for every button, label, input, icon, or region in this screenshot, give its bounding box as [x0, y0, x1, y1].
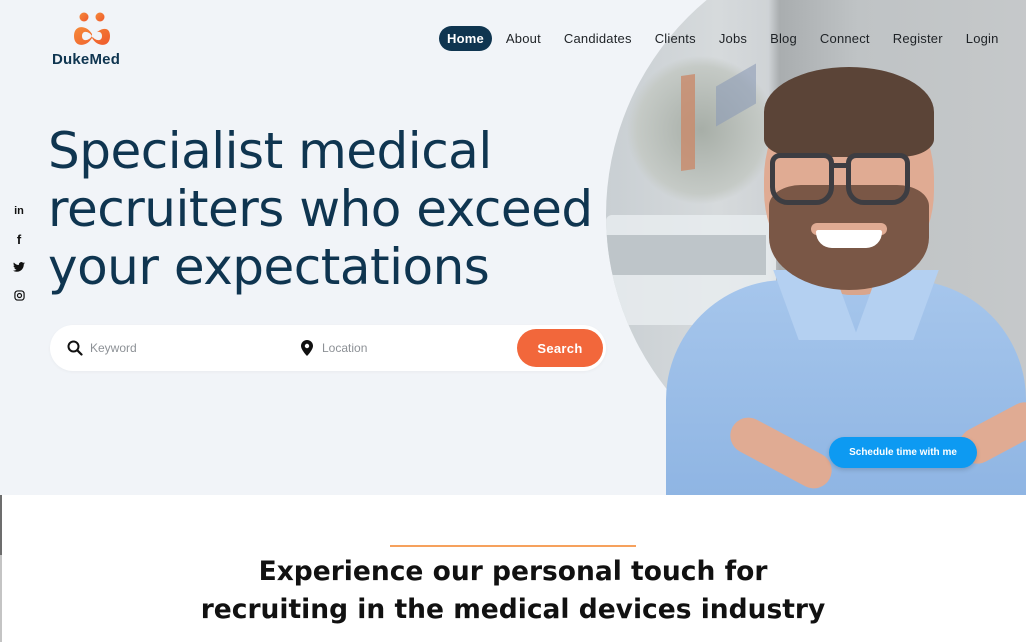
glasses-bridge: [832, 163, 848, 168]
nav-connect[interactable]: Connect: [811, 26, 879, 51]
keyword-field: [66, 325, 260, 371]
headline-line: recruiters who exceed: [48, 180, 593, 238]
nav-home[interactable]: Home: [439, 26, 492, 51]
search-button[interactable]: Search: [517, 329, 603, 367]
hero-section: DukeMed Home About Candidates Clients Jo…: [0, 0, 1026, 495]
headline-line: your expectations: [48, 238, 490, 296]
nav-login[interactable]: Login: [957, 26, 1008, 51]
location-field: [298, 325, 492, 371]
nav-blog[interactable]: Blog: [761, 26, 806, 51]
glasses: [846, 153, 910, 205]
map-pin-icon: [298, 339, 316, 357]
smile: [816, 230, 882, 248]
headline-line: Specialist medical: [48, 122, 492, 180]
nav-jobs[interactable]: Jobs: [710, 26, 756, 51]
linkedin-icon[interactable]: in: [14, 197, 24, 225]
search-icon: [66, 339, 84, 357]
nav-candidates[interactable]: Candidates: [555, 26, 641, 51]
hair: [764, 67, 934, 157]
section-divider: [390, 545, 636, 547]
twitter-icon[interactable]: [13, 253, 25, 281]
main-nav: Home About Candidates Clients Jobs Blog …: [439, 26, 1013, 51]
hero-person-photo: [666, 45, 1026, 495]
logo-icon: [74, 12, 110, 45]
intro-line: Experience our personal touch for: [258, 556, 768, 587]
location-input[interactable]: [322, 341, 492, 355]
nav-about[interactable]: About: [497, 26, 550, 51]
instagram-icon[interactable]: [13, 281, 25, 309]
brand-logo[interactable]: DukeMed: [52, 12, 132, 70]
nav-register[interactable]: Register: [884, 26, 952, 51]
intro-line: recruiting in the medical devices indust…: [200, 594, 826, 625]
intro-heading: Experience our personal touch for recrui…: [0, 553, 1026, 629]
social-links: in f: [10, 197, 28, 309]
nav-clients[interactable]: Clients: [646, 26, 705, 51]
job-search-bar: Search: [50, 325, 606, 371]
facebook-icon[interactable]: f: [17, 225, 21, 253]
schedule-time-button[interactable]: Schedule time with me: [829, 437, 977, 468]
page-edge: [0, 495, 2, 555]
logo-text: DukeMed: [52, 51, 121, 68]
glasses: [770, 153, 834, 205]
keyword-input[interactable]: [90, 341, 260, 355]
hero-headline: Specialist medical recruiters who exceed…: [48, 122, 608, 296]
